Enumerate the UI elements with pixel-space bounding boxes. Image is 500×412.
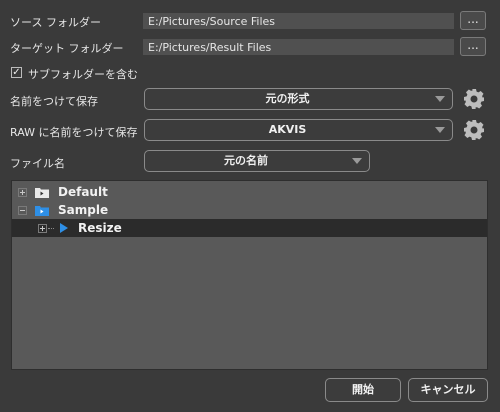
- chevron-down-icon: [352, 158, 362, 164]
- tree-item-sample[interactable]: Sample: [12, 201, 487, 219]
- start-button[interactable]: 開始: [325, 378, 401, 402]
- play-icon: [60, 223, 68, 233]
- raw-save-as-value: AKVIS: [268, 123, 307, 136]
- source-folder-field[interactable]: E:/Pictures/Source Files: [142, 12, 455, 30]
- source-folder-label: ソース フォルダー: [10, 16, 101, 29]
- raw-save-as-label: RAW に名前をつけて保存: [10, 126, 138, 139]
- folder-icon: [35, 188, 49, 198]
- raw-save-as-select[interactable]: AKVIS: [144, 119, 453, 141]
- tree-item-resize[interactable]: Resize: [12, 219, 487, 237]
- save-as-label: 名前をつけて保存: [10, 95, 98, 108]
- folder-icon: [35, 206, 49, 216]
- save-as-value: 元の形式: [265, 92, 310, 105]
- tree-item-label: Sample: [58, 203, 109, 217]
- tree-connector: [48, 228, 54, 230]
- expand-icon[interactable]: [38, 224, 47, 233]
- cancel-button[interactable]: キャンセル: [408, 378, 488, 402]
- tree-item-label: Resize: [78, 221, 122, 235]
- chevron-down-icon: [435, 127, 445, 133]
- source-browse-button[interactable]: ...: [460, 11, 486, 30]
- save-as-select[interactable]: 元の形式: [144, 88, 453, 110]
- tree-item-default[interactable]: Default: [12, 183, 487, 201]
- gear-icon[interactable]: [462, 118, 486, 142]
- preset-tree[interactable]: Default Sample Resize: [11, 180, 488, 370]
- gear-icon[interactable]: [462, 87, 486, 111]
- target-folder-label: ターゲット フォルダー: [10, 42, 124, 55]
- subfolders-checkbox[interactable]: ✓: [11, 67, 22, 78]
- target-folder-field[interactable]: E:/Pictures/Result Files: [142, 38, 455, 56]
- subfolders-label: サブフォルダーを含む: [28, 68, 138, 81]
- file-name-select[interactable]: 元の名前: [144, 150, 370, 172]
- chevron-down-icon: [435, 96, 445, 102]
- tree-item-label: Default: [58, 185, 108, 199]
- file-name-value: 元の名前: [224, 154, 268, 167]
- expand-icon[interactable]: [18, 188, 27, 197]
- collapse-icon[interactable]: [18, 206, 27, 215]
- file-name-label: ファイル名: [10, 157, 65, 170]
- target-browse-button[interactable]: ...: [460, 37, 486, 56]
